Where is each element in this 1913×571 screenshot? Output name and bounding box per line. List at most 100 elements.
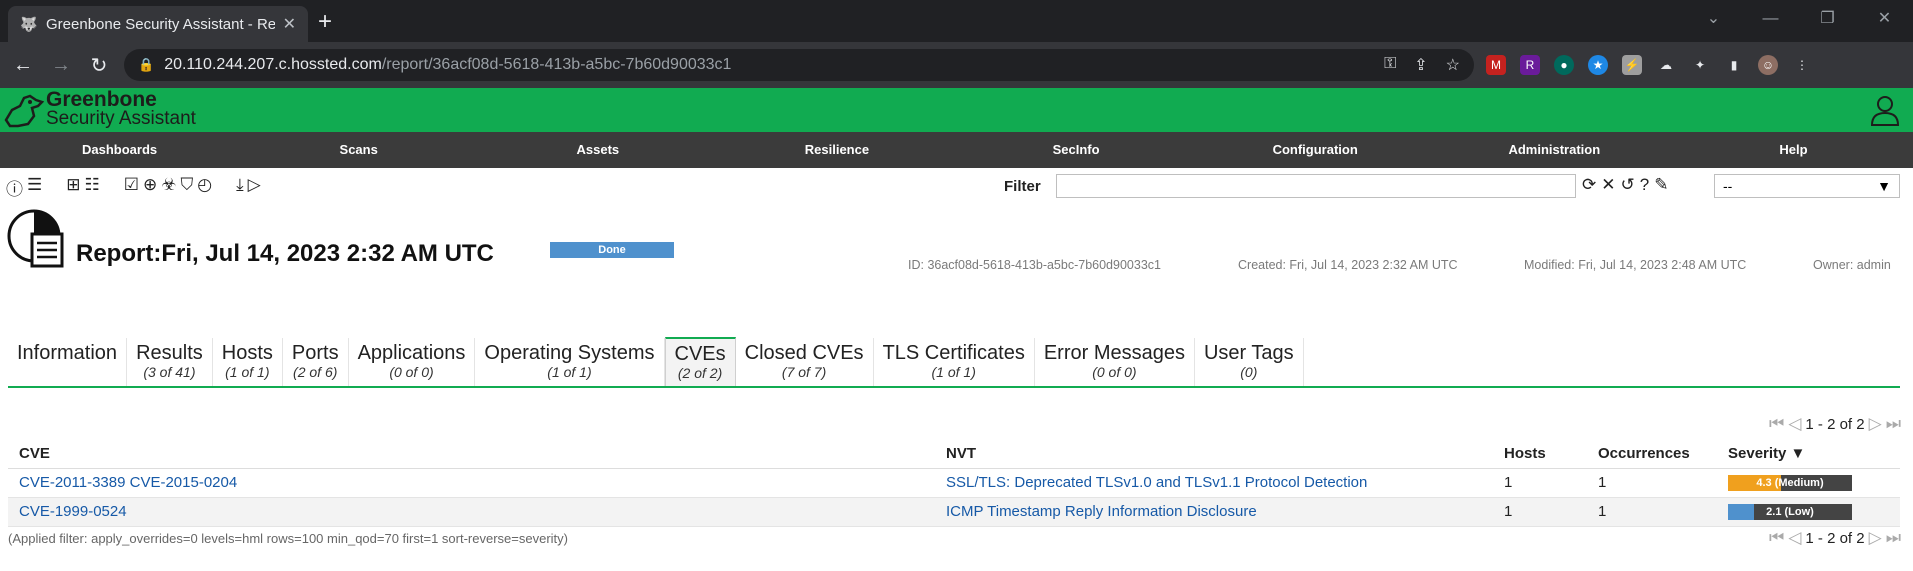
menu-dashboards[interactable]: Dashboards	[0, 132, 239, 168]
reload-icon[interactable]: ↻	[86, 53, 112, 78]
tab-search-icon[interactable]: ⌄	[1685, 0, 1742, 42]
add-to-assets-icon[interactable]: ⊞	[66, 175, 80, 200]
menu-configuration[interactable]: Configuration	[1196, 132, 1435, 168]
mail-extension-icon[interactable]: M	[1486, 55, 1506, 75]
menu-resilience[interactable]: Resilience	[717, 132, 956, 168]
browser-tabstrip: 🐺 Greenbone Security Assistant - Re ✕ + …	[0, 0, 1913, 42]
refresh-filter-icon[interactable]: ⟳	[1582, 175, 1596, 195]
user-icon[interactable]	[1869, 94, 1901, 126]
help-icon[interactable]: ⓘ	[6, 175, 23, 200]
share-icon[interactable]: ⇪	[1414, 55, 1427, 75]
back-icon[interactable]: ←	[10, 54, 36, 77]
column-header-severity[interactable]: Severity ▼	[1717, 440, 1900, 469]
greenbone-logo-icon[interactable]	[2, 90, 44, 132]
close-tab-icon[interactable]: ✕	[283, 14, 296, 34]
applied-filter-text: (Applied filter: apply_overrides=0 level…	[8, 531, 568, 546]
task-icon[interactable]: ☑	[124, 175, 139, 200]
tab-cves[interactable]: CVEs (2 of 2)	[664, 337, 736, 386]
url-bar[interactable]: 🔒 20.110.244.207.c.hossted.com/report/36…	[124, 49, 1474, 81]
cve-link[interactable]: CVE-2011-3389 CVE-2015-0204	[19, 474, 237, 491]
teal-extension-icon[interactable]: ●	[1554, 55, 1574, 75]
forward-icon[interactable]: →	[48, 54, 74, 77]
column-header-cve[interactable]: CVE	[8, 440, 935, 469]
tab-tls-certificates[interactable]: TLS Certificates (1 of 1)	[874, 338, 1035, 386]
filter-select-value: --	[1723, 178, 1733, 194]
column-header-occurrences[interactable]: Occurrences	[1587, 440, 1717, 469]
tab-hosts[interactable]: Hosts (1 of 1)	[213, 338, 283, 386]
menu-help[interactable]: Help	[1674, 132, 1913, 168]
tab-ports[interactable]: Ports (2 of 6)	[283, 338, 349, 386]
badge-extension-icon[interactable]: ★	[1588, 55, 1608, 75]
column-header-hosts[interactable]: Hosts	[1493, 440, 1587, 469]
browser-tab[interactable]: 🐺 Greenbone Security Assistant - Re ✕	[8, 6, 308, 42]
logo-line1: Greenbone	[46, 88, 157, 111]
column-header-nvt[interactable]: NVT	[935, 440, 1493, 469]
severity-bar: 4.3 (Medium)	[1728, 474, 1852, 491]
sidepanel-icon[interactable]: ▮	[1724, 55, 1744, 75]
tab-error-messages[interactable]: Error Messages (0 of 0)	[1035, 338, 1195, 386]
close-window-icon[interactable]: ✕	[1856, 0, 1913, 42]
chevron-down-icon: ▼	[1877, 178, 1891, 194]
performance-icon[interactable]: ◴	[197, 175, 212, 200]
tab-applications[interactable]: Applications (0 of 0)	[349, 338, 476, 386]
nvt-link[interactable]: SSL/TLS: Deprecated TLSv1.0 and TLSv1.1 …	[946, 474, 1367, 491]
filter-input[interactable]	[1056, 174, 1576, 198]
next-page-icon[interactable]: ▷	[1869, 414, 1882, 434]
report-owner: Owner: admin	[1813, 258, 1891, 272]
next-page-icon[interactable]: ▷	[1869, 528, 1882, 548]
severity-bar: 2.1 (Low)	[1728, 503, 1852, 520]
url-path: /report/36acf08d-5618-413b-a5bc-7b60d900…	[381, 56, 732, 73]
tab-closed-cves[interactable]: Closed CVEs (7 of 7)	[736, 338, 874, 386]
tab-user-tags[interactable]: User Tags (0)	[1195, 338, 1304, 386]
tab-results[interactable]: Results (3 of 41)	[127, 338, 213, 386]
main-menu: Dashboards Scans Assets Resilience SecIn…	[0, 132, 1913, 168]
severity-fill	[1728, 503, 1755, 520]
key-icon[interactable]: ⚿	[1384, 55, 1396, 75]
reset-filter-icon[interactable]: ↺	[1621, 175, 1635, 195]
first-page-icon[interactable]: ⏮	[1769, 528, 1784, 548]
menu-secinfo[interactable]: SecInfo	[957, 132, 1196, 168]
report-id: ID: 36acf08d-5618-413b-a5bc-7b60d90033c1	[908, 258, 1161, 272]
edit-filter-icon[interactable]: ✎	[1654, 175, 1668, 195]
menu-scans[interactable]: Scans	[239, 132, 478, 168]
last-page-icon[interactable]: ⏭	[1886, 414, 1901, 434]
restore-icon[interactable]: ❐	[1799, 0, 1856, 42]
profile-avatar[interactable]: ☺	[1758, 55, 1778, 75]
menu-assets[interactable]: Assets	[478, 132, 717, 168]
extensions-area: M R ● ★ ⚡ ☁ ✦ ▮ ☺ ⋮	[1486, 55, 1812, 75]
previous-page-icon[interactable]: ◁	[1788, 414, 1801, 434]
browser-menu-icon[interactable]: ⋮	[1792, 55, 1812, 75]
nvt-link[interactable]: ICMP Timestamp Reply Information Disclos…	[946, 503, 1257, 520]
severity-label: 4.3 (Medium)	[1756, 476, 1824, 489]
menu-administration[interactable]: Administration	[1435, 132, 1674, 168]
occurrences-value: 1	[1587, 497, 1717, 527]
r-extension-icon[interactable]: R	[1520, 55, 1540, 75]
address-bar-row: ← → ↻ 🔒 20.110.244.207.c.hossted.com/rep…	[0, 42, 1913, 88]
new-tab-icon[interactable]: +	[318, 8, 332, 36]
gray-extension-icon[interactable]: ⚡	[1622, 55, 1642, 75]
filter-select[interactable]: -- ▼	[1714, 174, 1900, 198]
minimize-icon[interactable]: —	[1742, 0, 1799, 42]
filter-help-icon[interactable]: ?	[1640, 175, 1649, 195]
list-icon[interactable]: ☰	[27, 175, 42, 200]
tab-information[interactable]: Information	[8, 338, 128, 386]
vulnerability-icon[interactable]: ☣	[161, 175, 176, 200]
download-icon[interactable]: ⤓	[236, 175, 244, 200]
cve-link[interactable]: CVE-1999-0524	[19, 503, 127, 520]
lock-icon[interactable]: 🔒	[138, 57, 154, 73]
remove-from-assets-icon[interactable]: ☷	[85, 175, 100, 200]
bookmark-star-icon[interactable]: ☆	[1446, 55, 1460, 75]
puzzle-extensions-icon[interactable]: ✦	[1690, 55, 1710, 75]
page-title: Report:Fri, Jul 14, 2023 2:32 AM UTC	[76, 240, 494, 267]
cloud-extension-icon[interactable]: ☁	[1656, 55, 1676, 75]
results-globe-icon[interactable]: ⊕	[143, 175, 157, 200]
last-page-icon[interactable]: ⏭	[1886, 528, 1901, 548]
app-logo-text: Greenbone Security Assistant	[46, 88, 196, 128]
first-page-icon[interactable]: ⏮	[1769, 414, 1784, 434]
greenbone-favicon-icon: 🐺	[20, 16, 38, 32]
tls-icon[interactable]: ⛉	[181, 175, 194, 200]
trigger-alert-icon[interactable]: ▷	[248, 175, 261, 200]
tab-operating-systems[interactable]: Operating Systems (1 of 1)	[475, 338, 665, 386]
previous-page-icon[interactable]: ◁	[1788, 528, 1801, 548]
clear-filter-icon[interactable]: ✕	[1601, 175, 1615, 195]
